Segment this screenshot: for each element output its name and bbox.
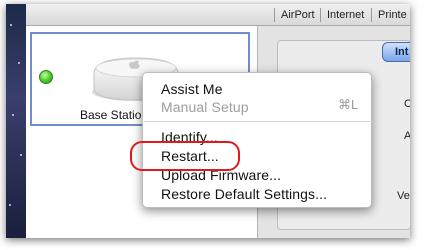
menu-item-restore-defaults[interactable]: Restore Default Settings... [161,186,327,202]
field-label-partial: A [404,130,410,142]
menu-separator [144,121,372,122]
tab-internet[interactable]: Internet [324,7,367,23]
menu-item-assist-me[interactable]: Assist Me [161,81,223,97]
context-menu: Assist Me Manual Setup ⌘L Identify... Re… [142,72,372,208]
field-label-partial: Ve [397,190,410,202]
restart-highlight-annotation [130,141,240,171]
desktop-background [6,4,26,238]
menu-item-manual-setup: Manual Setup [161,99,249,115]
tab-printers[interactable]: Printe [375,7,410,23]
status-indicator-icon [39,70,53,84]
manual-setup-shortcut: ⌘L [338,97,359,112]
internet-tab-button[interactable]: Int [382,42,410,62]
field-label-partial: C [404,98,410,110]
base-station-name: Base Statio [80,108,142,122]
tab-airport[interactable]: AirPort [278,7,318,23]
toolbar: AirPort Internet Printe [26,4,410,26]
